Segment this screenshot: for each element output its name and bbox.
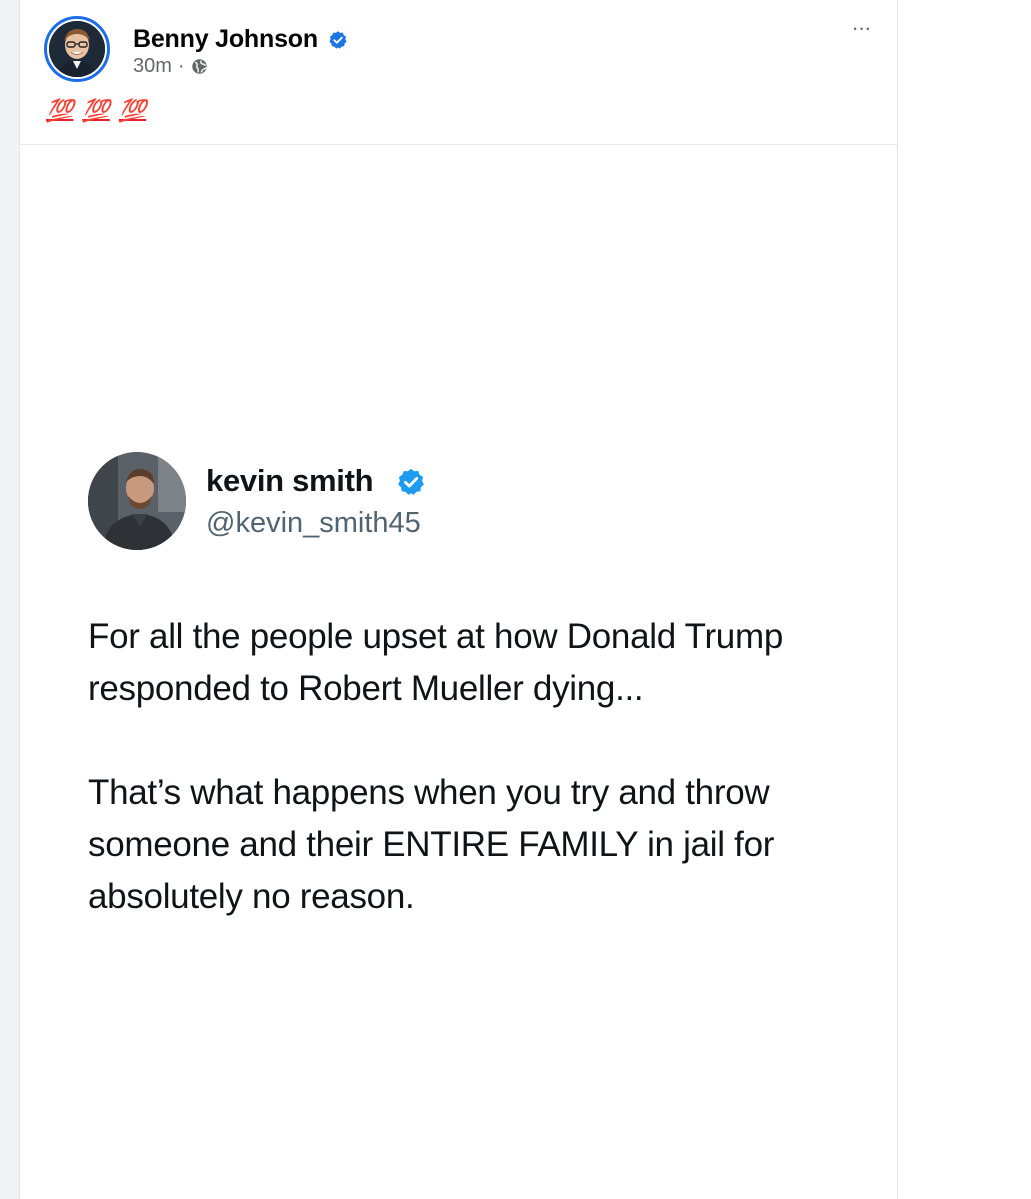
author-avatar-ring[interactable] bbox=[44, 16, 110, 82]
post-card: Benny Johnson 30m · ··· 💯 💯 💯 kevin smit… bbox=[19, 0, 897, 1199]
post-caption: 💯 💯 💯 bbox=[46, 98, 155, 124]
post-timestamp[interactable]: 30m bbox=[133, 55, 172, 78]
hundred-emoji: 💯 bbox=[118, 98, 147, 123]
tweet-author-avatar bbox=[88, 452, 186, 550]
tweet-author-handle: @kevin_smith45 bbox=[206, 507, 421, 539]
author-avatar-image bbox=[49, 21, 105, 77]
meta-separator: · bbox=[177, 55, 185, 77]
author-avatar[interactable] bbox=[49, 21, 105, 77]
page-gutter-right bbox=[897, 0, 1031, 1199]
hundred-emoji: 💯 bbox=[46, 98, 74, 123]
author-name[interactable]: Benny Johnson bbox=[133, 25, 318, 54]
page-gutter-left bbox=[0, 0, 18, 1199]
verified-badge-icon bbox=[329, 31, 347, 49]
verified-badge-icon bbox=[398, 468, 424, 495]
globe-icon[interactable] bbox=[191, 58, 208, 75]
tweet-paragraph: For all the people upset at how Donald T… bbox=[88, 617, 783, 708]
tweet-avatar-image bbox=[88, 452, 186, 550]
tweet-body: For all the people upset at how Donald T… bbox=[88, 611, 878, 975]
tweet-author-name: kevin smith bbox=[206, 463, 374, 498]
hundred-emoji: 💯 bbox=[82, 98, 110, 123]
post-header: Benny Johnson 30m · ··· 💯 💯 💯 bbox=[20, 0, 897, 145]
more-options-icon[interactable]: ··· bbox=[846, 15, 876, 40]
tweet-paragraph: That’s what happens when you try and thr… bbox=[88, 773, 775, 916]
post-meta: 30m · bbox=[133, 55, 208, 78]
tweet-screenshot-image[interactable]: kevin smith @kevin_smith45 For all the p… bbox=[20, 145, 897, 1199]
